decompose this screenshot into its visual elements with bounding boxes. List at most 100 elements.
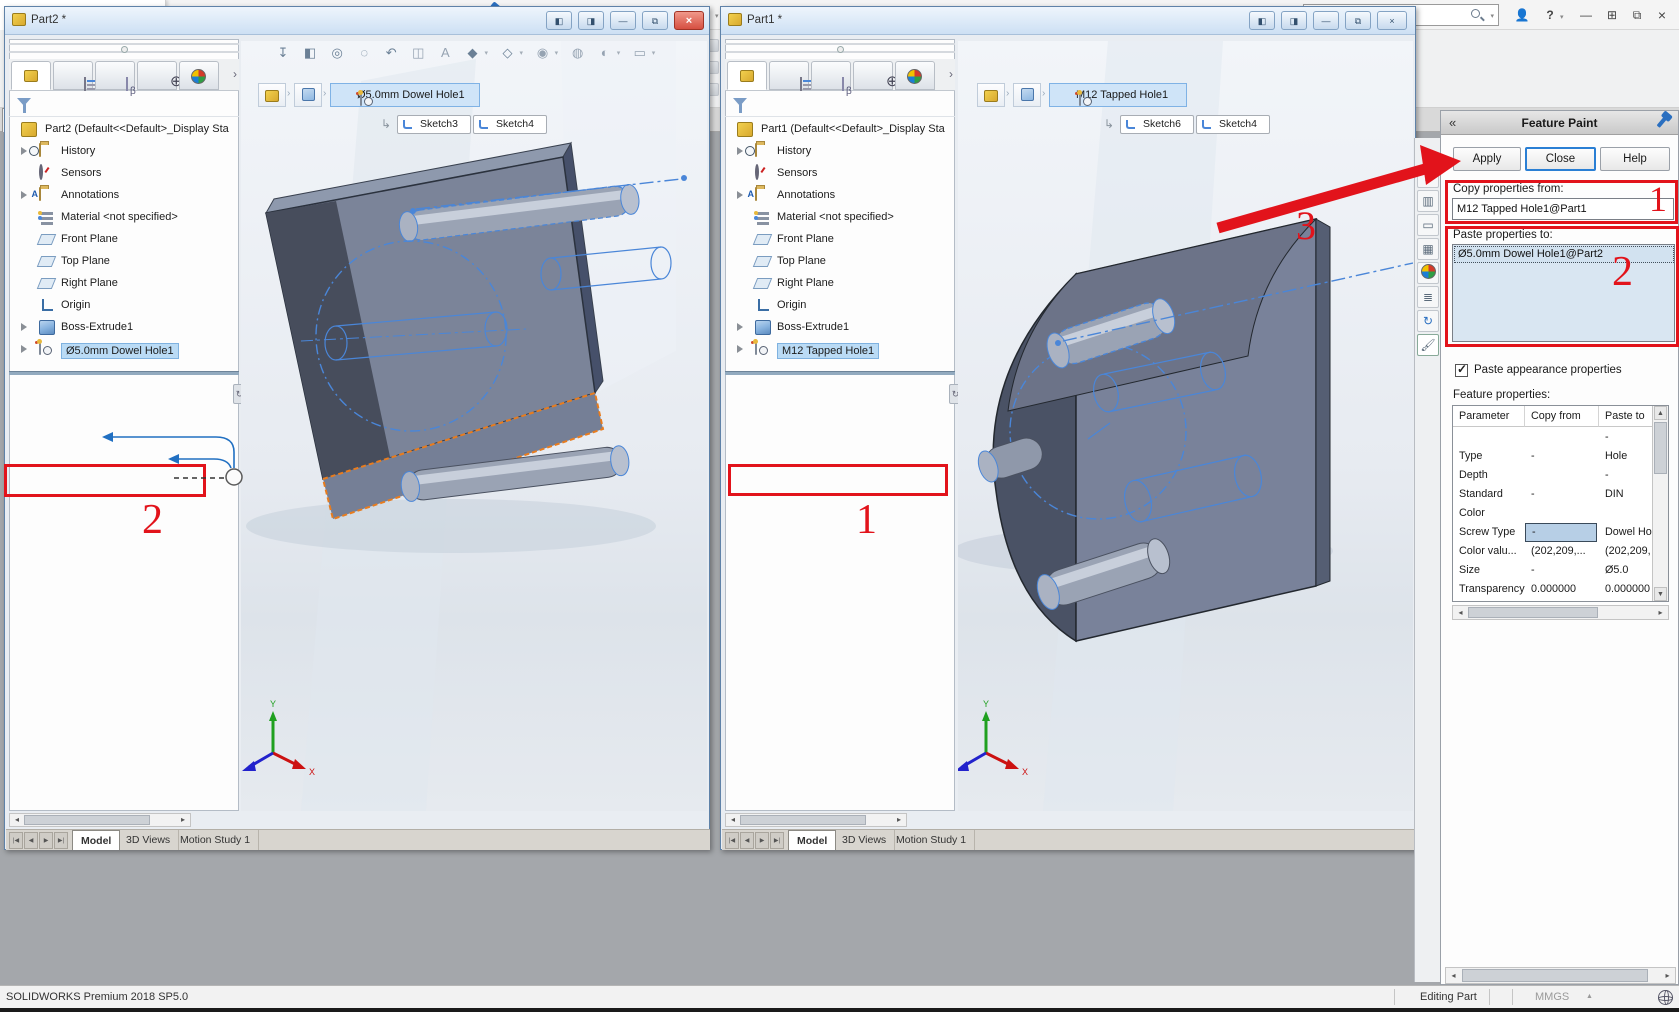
sketch3-button[interactable]: Sketch3 — [397, 115, 471, 134]
scroll-left-icon[interactable]: ◂ — [10, 814, 24, 826]
window-close-icon[interactable]: × — [674, 11, 704, 30]
custom-properties-icon[interactable]: ≣ — [1417, 286, 1439, 308]
scroll-thumb[interactable] — [1468, 607, 1598, 618]
tree-item-annotations[interactable]: Annotations — [725, 185, 955, 207]
sketch4-button[interactable]: Sketch4 — [473, 115, 547, 134]
part1-viewport[interactable]: X Z Y › › M12 Tapped Hole1 ↳ Sketch6 Ske… — [958, 41, 1413, 811]
tree-item-tapped-hole[interactable]: M12 Tapped Hole1 — [725, 339, 955, 361]
panel-splitter-handle[interactable] — [9, 43, 239, 53]
hide-show-items-icon[interactable]: ◉ — [531, 45, 555, 61]
window-minimize-icon[interactable]: — — [610, 11, 636, 30]
breadcrumb-feature-segment[interactable]: M12 Tapped Hole1 — [1049, 83, 1187, 107]
first-tab-icon[interactable]: |◀ — [9, 832, 23, 849]
apply-scene-dropdown-icon[interactable]: ▾ — [617, 49, 625, 57]
scroll-left-icon[interactable]: ◂ — [1453, 606, 1468, 619]
part2-viewport[interactable]: X Z Y ↧ ◧ ◎ ◌ ↶ ◫ A ◆▾ ◇▾ ◉▾ ◍ ◐▾ ▭▾ › ›… — [241, 41, 707, 811]
dimxpertmanager-tab[interactable] — [137, 61, 177, 90]
tree-item-history[interactable]: History — [9, 141, 239, 163]
expand-arrow-icon[interactable] — [737, 191, 747, 199]
status-globe-icon[interactable] — [1658, 990, 1673, 1005]
scroll-left-icon[interactable]: ◂ — [1446, 968, 1461, 983]
section-view-icon[interactable]: ◫ — [406, 45, 430, 61]
scroll-thumb[interactable] — [1462, 969, 1648, 982]
tile-left-icon[interactable]: ◧ — [1249, 11, 1275, 30]
file-explorer-icon[interactable]: ▭ — [1417, 214, 1439, 236]
undo-dropdown-icon[interactable]: ▾ — [715, 12, 719, 20]
tree-item-root[interactable]: Part1 (Default<<Default>_Display Sta — [725, 119, 955, 141]
status-units-selector[interactable]: MMGS — [1535, 991, 1569, 1003]
pin-panel-icon[interactable] — [1654, 115, 1670, 131]
last-tab-icon[interactable]: ▶| — [54, 832, 68, 849]
column-header-copy-from[interactable]: Copy from — [1525, 406, 1599, 427]
search-icon[interactable] — [1471, 9, 1480, 18]
prev-tab-icon[interactable]: ◀ — [740, 832, 754, 849]
close-icon[interactable]: × — [1652, 6, 1672, 24]
table-row[interactable]: Transparency0.0000000.000000 — [1453, 580, 1652, 599]
tree-item-top-plane[interactable]: Top Plane — [9, 251, 239, 273]
tree-item-origin[interactable]: Origin — [725, 295, 955, 317]
tree-item-top-plane[interactable]: Top Plane — [725, 251, 955, 273]
solidworks-resources-icon[interactable]: ⌂ — [1417, 166, 1439, 188]
rollback-bar[interactable] — [725, 371, 955, 375]
dynamic-annotation-icon[interactable]: A — [433, 45, 457, 60]
view-settings-dropdown-icon[interactable]: ▾ — [652, 49, 660, 57]
table-row[interactable]: Size-Ø5.0 — [1453, 561, 1652, 580]
tree-item-front-plane[interactable]: Front Plane — [9, 229, 239, 251]
feature-paint-brush-icon[interactable]: 🖌 — [1417, 334, 1439, 356]
tree-filter[interactable] — [9, 95, 239, 117]
propertymanager-tab[interactable] — [769, 61, 809, 90]
expand-arrow-icon[interactable] — [21, 323, 31, 331]
display-style-dropdown-icon[interactable]: ▾ — [520, 49, 528, 57]
breadcrumb-part-segment[interactable] — [977, 83, 1005, 107]
feature-paint-header[interactable]: « Feature Paint — [1441, 111, 1678, 135]
tile-right-icon[interactable]: ◨ — [1281, 11, 1307, 30]
breadcrumb-body-segment[interactable] — [1013, 83, 1041, 107]
breadcrumb-body-segment[interactable] — [294, 83, 322, 107]
table-row[interactable]: Type-Hole — [1453, 447, 1652, 466]
tree-item-boss-extrude1[interactable]: Boss-Extrude1 — [9, 317, 239, 339]
tree-item-right-plane[interactable]: Right Plane — [725, 273, 955, 295]
tree-item-material[interactable]: Material <not specified> — [725, 207, 955, 229]
table-row[interactable]: Color valu...(202,209,...(202,209, — [1453, 542, 1652, 561]
tab-motion-study-1[interactable]: Motion Study 1 — [888, 830, 975, 850]
apply-button[interactable]: Apply — [1453, 147, 1521, 171]
window-minimize-icon[interactable]: — — [1313, 11, 1339, 30]
prev-tab-icon[interactable]: ◀ — [24, 832, 38, 849]
window-restore-icon[interactable]: ⧉ — [642, 11, 668, 30]
expand-arrow-icon[interactable] — [21, 345, 31, 353]
tile-right-icon[interactable]: ◨ — [578, 11, 604, 30]
view-settings-icon[interactable]: ▭ — [628, 45, 652, 61]
scroll-down-icon[interactable]: ▼ — [1654, 587, 1667, 601]
breadcrumb-part-segment[interactable] — [258, 83, 286, 107]
paste-appearance-checkbox[interactable] — [1455, 364, 1468, 377]
tab-model[interactable]: Model — [72, 830, 120, 850]
scroll-left-icon[interactable]: ◂ — [726, 814, 740, 826]
magnify-icon[interactable]: ◌ — [352, 45, 376, 60]
configurationmanager-tab[interactable] — [95, 61, 135, 90]
sketch4-button[interactable]: Sketch4 — [1196, 115, 1270, 134]
configurationmanager-tab[interactable] — [811, 61, 851, 90]
table-row-screw-type[interactable]: Screw Type-Dowel Ho — [1453, 523, 1652, 542]
window-close-icon[interactable]: × — [1377, 11, 1407, 30]
tree-item-right-plane[interactable]: Right Plane — [9, 273, 239, 295]
breadcrumb-feature-segment[interactable]: Ø5.0mm Dowel Hole1 — [330, 83, 480, 107]
scroll-up-icon[interactable]: ▲ — [1654, 406, 1667, 420]
expand-arrow-icon[interactable] — [737, 345, 747, 353]
help-button[interactable]: Help — [1600, 147, 1670, 171]
edit-appearance-icon[interactable]: ◍ — [566, 45, 590, 61]
scroll-thumb[interactable] — [740, 815, 866, 825]
sketch6-button[interactable]: Sketch6 — [1120, 115, 1194, 134]
displaymanager-tab[interactable] — [179, 61, 219, 90]
table-horizontal-scrollbar[interactable]: ◂ ▸ — [1452, 605, 1669, 620]
tab-motion-study-1[interactable]: Motion Study 1 — [172, 830, 259, 850]
panel-splitter-handle[interactable] — [725, 43, 955, 53]
tree-item-dowel-hole[interactable]: Ø5.0mm Dowel Hole1 — [9, 339, 239, 361]
restore-icon[interactable]: ⧉ — [1627, 6, 1647, 24]
column-header-paste-to[interactable]: Paste to — [1599, 406, 1652, 427]
login-user-icon[interactable]: 👤 — [1512, 6, 1532, 24]
dimxpertmanager-tab[interactable] — [853, 61, 893, 90]
propertymanager-tab[interactable] — [53, 61, 93, 90]
next-tab-icon[interactable]: ▶ — [39, 832, 53, 849]
table-row[interactable]: Color — [1453, 504, 1652, 523]
tree-item-sensors[interactable]: Sensors — [725, 163, 955, 185]
